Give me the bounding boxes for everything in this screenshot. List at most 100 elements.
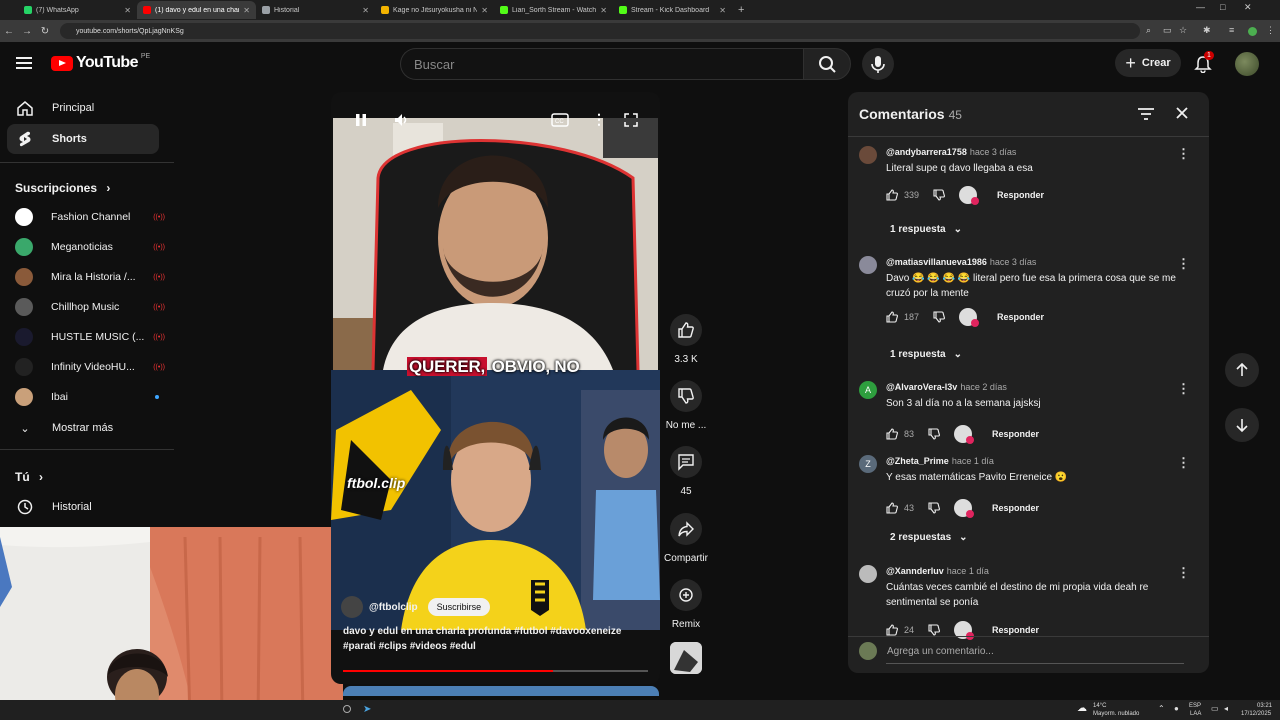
subscription-item[interactable]: Meganoticias ((•)) (15, 236, 165, 258)
thumbs-down-icon[interactable] (928, 428, 940, 440)
comment-time[interactable]: hace 3 días (990, 257, 1037, 267)
video-more-icon[interactable]: ⋮ (592, 111, 606, 128)
subscription-item[interactable]: HUSTLE MUSIC (... ((•)) (15, 326, 165, 348)
subscribe-button[interactable]: Suscribirse (427, 598, 491, 616)
reply-button[interactable]: Responder (997, 312, 1044, 322)
network-icon[interactable]: ▭ (1211, 704, 1219, 713)
you-heading[interactable]: Tú › (15, 470, 43, 484)
subscription-item[interactable]: Chillhop Music ((•)) (15, 296, 165, 318)
comment-more-icon[interactable]: ⋮ (1177, 381, 1190, 397)
reply-button[interactable]: Responder (997, 190, 1044, 200)
comment-author[interactable]: @AlvaroVera-l3v (886, 382, 957, 392)
reply-button[interactable]: Responder (992, 429, 1039, 439)
sidebar-item-shorts[interactable]: Shorts (7, 124, 159, 154)
next-video-peek[interactable] (343, 686, 659, 696)
replies-toggle[interactable]: 1 respuesta ⌄ (890, 224, 962, 235)
subscription-item[interactable]: Infinity VideoHU... ((•)) (15, 356, 165, 378)
audio-thumbnail[interactable] (670, 642, 702, 674)
comment-author[interactable]: @andybarrera1758 (886, 147, 967, 157)
thumbs-up-icon[interactable] (886, 311, 898, 323)
thumbs-up-icon[interactable] (886, 428, 898, 440)
sidebar-item-historial[interactable]: Historial (7, 492, 159, 522)
profile-icon[interactable] (1248, 27, 1257, 36)
video-progress-bar[interactable] (343, 670, 648, 672)
search-input[interactable]: Buscar (400, 48, 803, 80)
remix-button[interactable] (670, 579, 702, 611)
browser-tab[interactable]: (1) davo y edul en una char ✕ (137, 1, 256, 19)
thumbs-down-icon[interactable] (928, 502, 940, 514)
show-more-button[interactable]: ⌄ Mostrar más (7, 413, 159, 443)
window-maximize-button[interactable]: □ (1220, 2, 1225, 12)
tab-close-icon[interactable]: ✕ (600, 6, 607, 15)
youtube-logo[interactable]: YouTube PE (51, 53, 150, 72)
thumbs-down-icon[interactable] (933, 311, 945, 323)
pause-icon[interactable] (353, 112, 369, 128)
volume-icon[interactable] (393, 112, 409, 128)
microphone-tray-icon[interactable]: ● (1174, 704, 1179, 713)
subscriptions-heading[interactable]: Suscripciones › (15, 181, 110, 195)
tray-chevron-icon[interactable]: ⌃ (1158, 704, 1165, 713)
like-button[interactable] (670, 314, 702, 346)
comment-more-icon[interactable]: ⋮ (1177, 565, 1190, 581)
thumbs-up-icon[interactable] (886, 502, 898, 514)
browser-tab[interactable]: Stream - Kick Dashboard ✕ (613, 1, 732, 19)
comment-author[interactable]: @Xannderluv (886, 566, 944, 576)
bookmark-star-icon[interactable]: ☆ (1179, 25, 1187, 36)
voice-search-button[interactable] (862, 48, 894, 80)
previous-short-button[interactable] (1225, 353, 1259, 387)
replies-toggle[interactable]: 2 respuestas ⌄ (890, 532, 968, 543)
comment-time[interactable]: hace 3 días (970, 147, 1017, 157)
sort-icon[interactable] (1137, 106, 1155, 122)
comment-author[interactable]: @Zheta_Prime (886, 456, 949, 466)
share-button[interactable] (670, 513, 702, 545)
forward-icon[interactable]: → (18, 26, 36, 37)
tab-close-icon[interactable]: ✕ (362, 6, 369, 15)
window-close-button[interactable]: ✕ (1244, 2, 1252, 13)
browser-tab[interactable]: Historial ✕ (256, 1, 375, 19)
comment-time[interactable]: hace 1 día (947, 566, 989, 576)
search-button[interactable] (803, 48, 851, 80)
menu-icon[interactable] (16, 57, 32, 69)
tab-close-icon[interactable]: ✕ (124, 6, 131, 15)
extensions-icon[interactable]: ✱ (1203, 25, 1211, 36)
close-icon[interactable] (1174, 105, 1190, 121)
chrome-menu-icon[interactable]: ⋮ (1266, 25, 1275, 36)
thumbs-down-icon[interactable] (928, 624, 940, 636)
account-avatar[interactable] (1235, 52, 1259, 76)
channel-avatar[interactable] (341, 596, 363, 618)
browser-tab[interactable]: Kage no Jitsuryokusha ni Narita✕ (375, 1, 494, 19)
reload-icon[interactable]: ↻ (36, 26, 54, 37)
dislike-button[interactable] (670, 380, 702, 412)
commenter-avatar[interactable] (859, 146, 877, 164)
channel-handle[interactable]: @ftbolclip (369, 602, 418, 613)
taskbar-app-icon[interactable] (343, 705, 351, 713)
back-icon[interactable]: ← (0, 26, 18, 37)
speaker-icon[interactable]: ◂ (1224, 704, 1228, 713)
add-comment-input[interactable]: Agrega un comentario... (887, 646, 994, 657)
cast-icon[interactable]: ▭ (1163, 25, 1172, 36)
commenter-avatar[interactable]: A (859, 381, 877, 399)
create-button[interactable]: + Crear (1115, 49, 1181, 77)
fullscreen-icon[interactable] (623, 112, 639, 128)
commenter-avatar[interactable] (859, 256, 877, 274)
subscription-item[interactable]: Ibai (15, 386, 165, 408)
comment-author[interactable]: @matiasvillanueva1986 (886, 257, 987, 267)
subscription-item[interactable]: Mira la Historia /... ((•)) (15, 266, 165, 288)
tab-close-icon[interactable]: ✕ (719, 6, 726, 15)
comment-more-icon[interactable]: ⋮ (1177, 146, 1190, 162)
thumbs-down-icon[interactable] (933, 189, 945, 201)
commenter-avatar[interactable] (859, 565, 877, 583)
sidebar-item-principal[interactable]: Principal (7, 93, 159, 123)
comments-button[interactable] (670, 446, 702, 478)
comment-more-icon[interactable]: ⋮ (1177, 455, 1190, 471)
captions-icon[interactable]: CC (551, 112, 569, 128)
thumbs-up-icon[interactable] (886, 624, 898, 636)
shorts-video-player[interactable]: QUERER, OBVIO, NO ftbol.clip CC ⋮ @ftbol… (331, 92, 660, 684)
replies-toggle[interactable]: 1 respuesta ⌄ (890, 349, 962, 360)
language-code[interactable]: ESP (1189, 703, 1201, 710)
next-short-button[interactable] (1225, 408, 1259, 442)
address-bar[interactable]: youtube.com/shorts/QpLjagNnKSg (60, 23, 1140, 39)
tab-search-icon[interactable]: ≡ (1229, 25, 1234, 35)
browser-tab[interactable]: Lian_Sorth Stream - Watch Live✕ (494, 1, 613, 19)
tab-close-icon[interactable]: ✕ (243, 6, 250, 15)
